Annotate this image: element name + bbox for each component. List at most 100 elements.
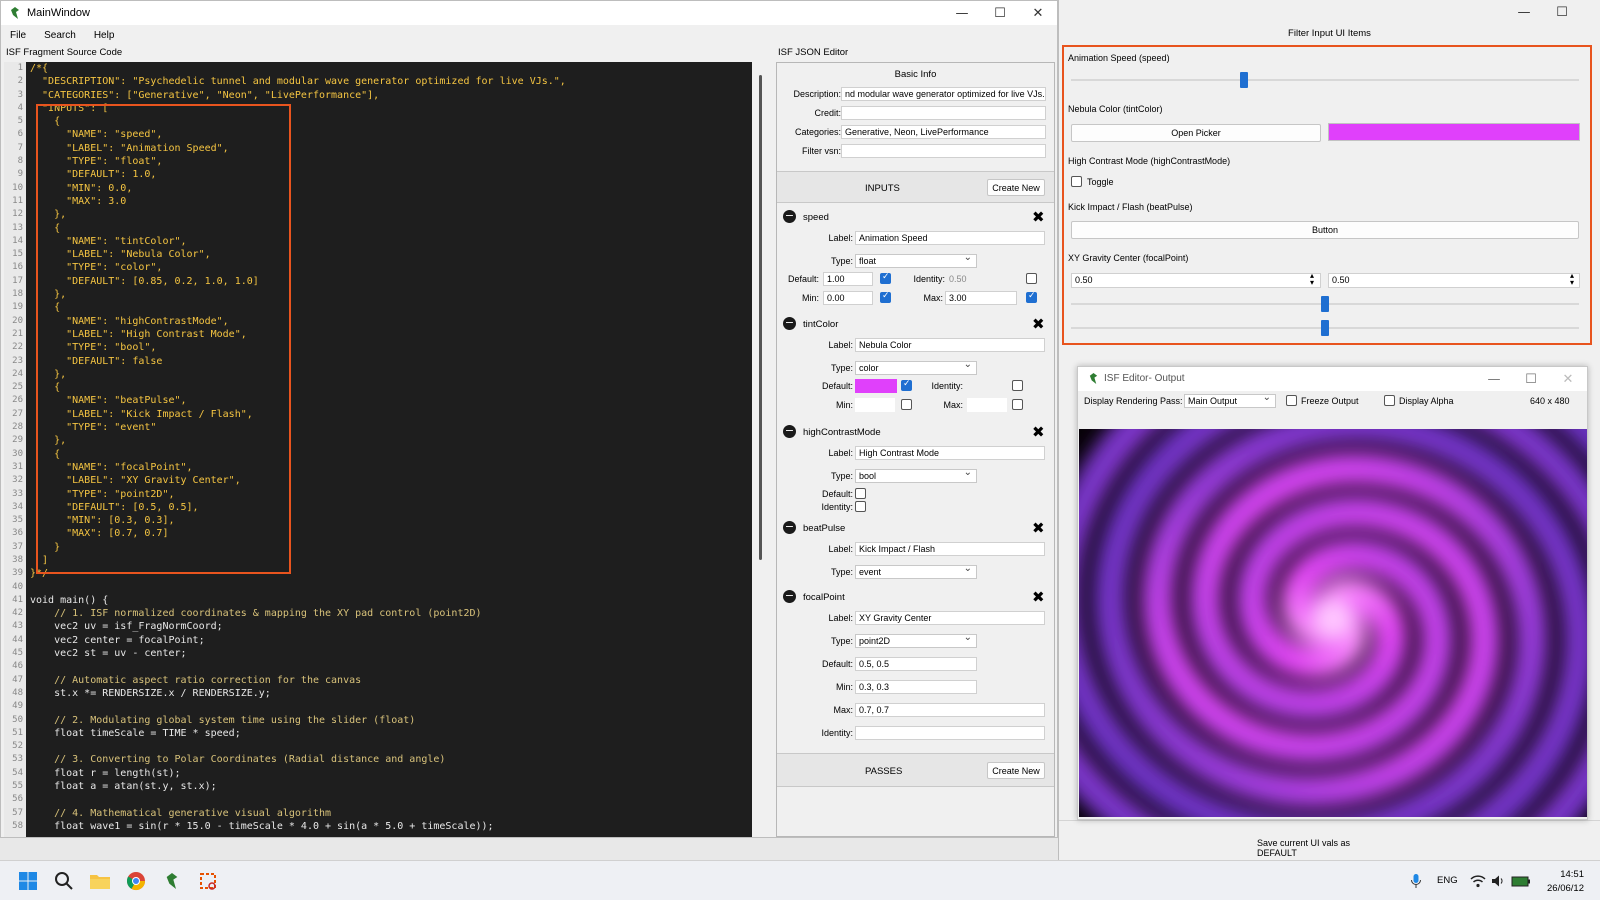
delete-input-highcontrast-icon[interactable]: ✖: [1032, 425, 1045, 440]
create-new-pass-button[interactable]: Create New: [987, 762, 1045, 779]
speed-max-field[interactable]: 3.00: [945, 291, 1017, 305]
code-line[interactable]: vec2 center = focalPoint;: [30, 634, 748, 647]
xy-x-spin-arrows-icon[interactable]: ▴ ▾: [1310, 272, 1314, 287]
display-alpha-checkbox[interactable]: [1384, 395, 1395, 406]
code-line[interactable]: "DESCRIPTION": "Psychedelic tunnel and m…: [30, 75, 748, 88]
code-line[interactable]: [30, 700, 748, 713]
windows-start-icon[interactable]: [16, 869, 40, 893]
menu-search[interactable]: Search: [35, 30, 85, 41]
delete-input-focalpoint-icon[interactable]: ✖: [1032, 590, 1045, 605]
code-line[interactable]: void main() {: [30, 594, 748, 607]
menu-help[interactable]: Help: [85, 30, 124, 41]
menu-file[interactable]: File: [1, 30, 35, 41]
xy-x-spinbox[interactable]: 0.50: [1071, 273, 1321, 288]
battery-icon[interactable]: [1509, 869, 1533, 893]
minimize-icon[interactable]: —: [943, 1, 981, 25]
highcontrast-type-select[interactable]: bool: [855, 467, 977, 483]
focalpoint-identity-field[interactable]: [855, 726, 1045, 740]
xy-y-spinbox[interactable]: 0.50: [1328, 273, 1580, 288]
freeze-output-checkbox[interactable]: [1286, 395, 1297, 406]
code-line[interactable]: /*{: [30, 62, 748, 75]
snipping-tool-icon[interactable]: [196, 869, 220, 893]
categories-field[interactable]: Generative, Neon, LivePerformance: [841, 125, 1046, 139]
code-line[interactable]: float wave1 = sin(r * 15.0 - timeScale *…: [30, 820, 748, 833]
rendering-pass-select[interactable]: Main Output: [1184, 392, 1276, 408]
code-line[interactable]: [30, 660, 748, 673]
focalpoint-label-field[interactable]: XY Gravity Center: [855, 611, 1045, 625]
speed-type-select[interactable]: float: [855, 252, 977, 268]
create-new-input-button[interactable]: Create New: [987, 179, 1045, 196]
focalpoint-min-field[interactable]: 0.3, 0.3: [855, 680, 977, 694]
tintcolor-min-swatch[interactable]: [855, 398, 895, 412]
remove-input-focalpoint-icon[interactable]: −: [783, 590, 796, 603]
clock-time[interactable]: 14:51: [1546, 869, 1584, 880]
output-maximize-icon[interactable]: ☐: [1512, 367, 1550, 391]
code-line[interactable]: // 4. Mathematical generative visual alg…: [30, 807, 748, 820]
maximize-icon[interactable]: ☐: [981, 1, 1019, 25]
code-line[interactable]: // 2. Modulating global system time usin…: [30, 714, 748, 727]
speed-slider-track[interactable]: [1071, 79, 1579, 81]
code-line[interactable]: float r = length(st);: [30, 767, 748, 780]
code-line[interactable]: [30, 740, 748, 753]
delete-input-tintcolor-icon[interactable]: ✖: [1032, 317, 1045, 332]
clock-date[interactable]: 26/06/12: [1538, 883, 1584, 894]
xy-y-spin-arrows-icon[interactable]: ▴ ▾: [1570, 272, 1574, 287]
code-line[interactable]: [30, 793, 748, 806]
speed-min-field[interactable]: 0.00: [823, 291, 873, 305]
code-line[interactable]: // Automatic aspect ratio correction for…: [30, 674, 748, 687]
filter-minimize-icon[interactable]: —: [1505, 0, 1543, 24]
tintcolor-type-select[interactable]: color: [855, 359, 977, 375]
tintcolor-label-field[interactable]: Nebula Color: [855, 338, 1045, 352]
speed-label-field[interactable]: Animation Speed: [855, 231, 1045, 245]
highcontrast-label-field[interactable]: High Contrast Mode: [855, 446, 1045, 460]
speed-identity-checkbox[interactable]: [1026, 273, 1037, 284]
delete-input-speed-icon[interactable]: ✖: [1032, 210, 1045, 225]
tint-color-swatch[interactable]: [1328, 123, 1580, 141]
focalpoint-max-field[interactable]: 0.7, 0.7: [855, 703, 1045, 717]
contrast-toggle-checkbox[interactable]: [1071, 176, 1082, 187]
credit-field[interactable]: [841, 106, 1046, 120]
highcontrast-identity-checkbox[interactable]: [855, 501, 866, 512]
filter-vsn-field[interactable]: [841, 144, 1046, 158]
speed-max-checkbox[interactable]: [1026, 291, 1037, 303]
xy-y-slider-thumb[interactable]: [1321, 320, 1329, 336]
code-line[interactable]: "CATEGORIES": ["Generative", "Neon", "Li…: [30, 89, 748, 102]
language-indicator[interactable]: ENG: [1437, 875, 1458, 886]
code-line[interactable]: float a = atan(st.y, st.x);: [30, 780, 748, 793]
output-minimize-icon[interactable]: —: [1475, 367, 1513, 391]
code-line[interactable]: float timeScale = TIME * speed;: [30, 727, 748, 740]
open-picker-button[interactable]: Open Picker: [1071, 124, 1321, 142]
save-default-button[interactable]: Save current UI vals as DEFAULT: [1257, 838, 1383, 858]
volume-icon[interactable]: [1486, 869, 1510, 893]
code-scrollbar[interactable]: [759, 75, 762, 560]
close-icon[interactable]: ✕: [1019, 1, 1057, 25]
tintcolor-max-checkbox[interactable]: [1012, 399, 1023, 410]
file-explorer-icon[interactable]: [88, 869, 112, 893]
speed-slider-thumb[interactable]: [1239, 72, 1248, 88]
focalpoint-default-field[interactable]: 0.5, 0.5: [855, 657, 977, 671]
code-line[interactable]: // 1. ISF normalized coordinates & mappi…: [30, 607, 748, 620]
tintcolor-max-swatch[interactable]: [967, 398, 1007, 412]
description-field[interactable]: nd modular wave generator optimized for …: [841, 87, 1046, 101]
tintcolor-default-swatch[interactable]: [855, 379, 897, 393]
beatpulse-type-select[interactable]: event: [855, 563, 977, 579]
speed-min-checkbox[interactable]: [880, 291, 891, 303]
search-icon[interactable]: [52, 869, 76, 893]
xy-x-slider-thumb[interactable]: [1321, 296, 1329, 312]
chrome-icon[interactable]: [124, 869, 148, 893]
highcontrast-default-checkbox[interactable]: [855, 488, 866, 499]
filter-maximize-icon[interactable]: ☐: [1543, 0, 1581, 24]
tintcolor-identity-checkbox[interactable]: [1012, 380, 1023, 391]
remove-input-highcontrast-icon[interactable]: −: [783, 425, 796, 438]
beatpulse-label-field[interactable]: Kick Impact / Flash: [855, 542, 1045, 556]
code-line[interactable]: // 3. Converting to Polar Coordinates (R…: [30, 753, 748, 766]
speed-default-field[interactable]: 1.00: [823, 272, 873, 286]
isf-editor-taskbar-icon[interactable]: [160, 869, 184, 893]
code-line[interactable]: [30, 581, 748, 594]
focalpoint-type-select[interactable]: point2D: [855, 632, 977, 648]
output-close-icon[interactable]: ✕: [1549, 367, 1587, 391]
remove-input-speed-icon[interactable]: −: [783, 210, 796, 223]
code-line[interactable]: st.x *= RENDERSIZE.x / RENDERSIZE.y;: [30, 687, 748, 700]
remove-input-beatpulse-icon[interactable]: −: [783, 521, 796, 534]
remove-input-tintcolor-icon[interactable]: −: [783, 317, 796, 330]
